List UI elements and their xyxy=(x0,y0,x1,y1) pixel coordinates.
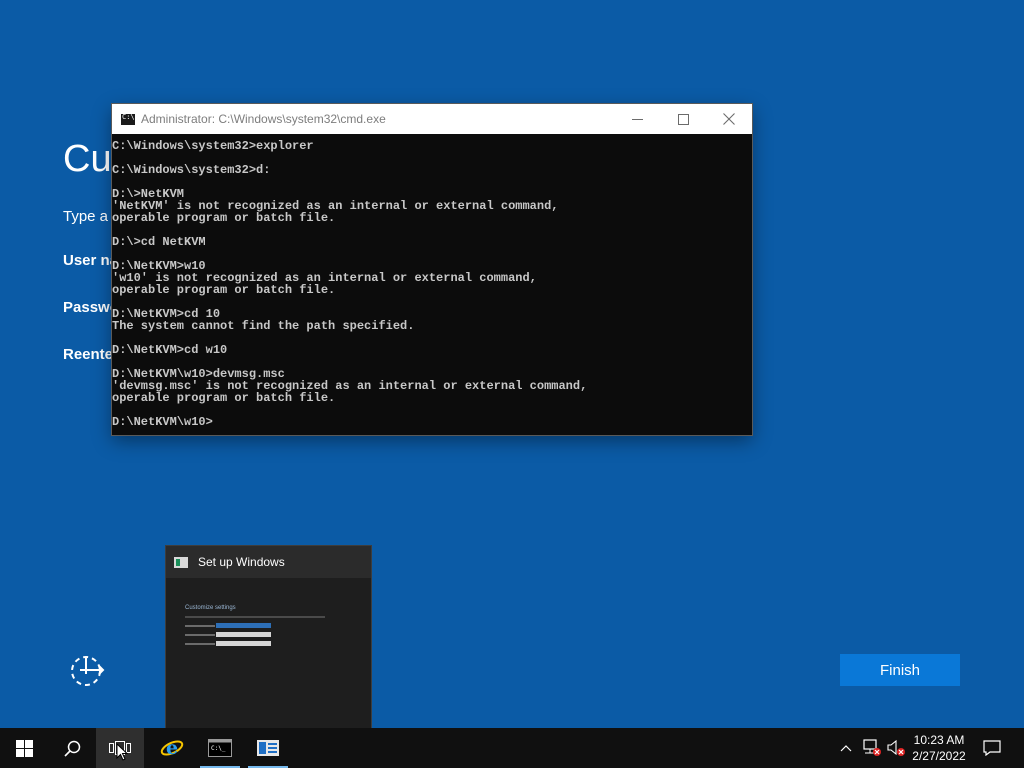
maximize-icon xyxy=(677,113,689,125)
user-name-label: User na xyxy=(63,252,119,269)
console-line: D:\NetKVM\w10> xyxy=(112,415,213,429)
chevron-up-icon xyxy=(840,745,852,752)
console-line: C:\Windows\system32>explorer xyxy=(112,139,314,153)
internet-explorer-button[interactable]: e xyxy=(148,728,196,768)
network-disconnected-icon xyxy=(863,739,881,756)
clock-time: 10:23 AM xyxy=(913,733,965,747)
setup-windows-taskbar-button[interactable] xyxy=(246,728,290,768)
command-prompt-taskbar-button[interactable]: C:\_ xyxy=(198,728,242,768)
search-button[interactable] xyxy=(48,728,96,768)
network-status-button[interactable] xyxy=(860,728,884,768)
finish-button[interactable]: Finish xyxy=(840,654,960,686)
preview-input xyxy=(216,632,271,637)
setup-windows-icon xyxy=(174,556,188,568)
console-line: The system cannot find the path specifie… xyxy=(112,319,415,333)
cmd-window[interactable]: Administrator: C:\Windows\system32\cmd.e… xyxy=(112,104,752,435)
svg-text:e: e xyxy=(166,737,178,759)
console-line: D:\>cd NetKVM xyxy=(112,235,206,249)
preview-row-label xyxy=(185,643,215,645)
setup-windows-thumbnail[interactable]: Set up Windows Customize settings xyxy=(166,546,371,737)
show-hidden-icons-button[interactable] xyxy=(836,728,856,768)
ease-of-access-icon[interactable] xyxy=(70,654,106,688)
volume-muted-icon xyxy=(887,739,905,756)
setup-page-subtitle: Type a xyxy=(63,208,109,225)
start-button[interactable] xyxy=(0,728,48,768)
mouse-cursor-icon xyxy=(116,743,128,761)
minimize-button[interactable] xyxy=(614,104,660,134)
console-line: D:\NetKVM>cd w10 xyxy=(112,343,228,357)
internet-explorer-icon: e xyxy=(160,737,184,759)
preview-row-label xyxy=(185,625,215,627)
console-line: C:\Windows\system32>d: xyxy=(112,163,271,177)
cmd-window-title: Administrator: C:\Windows\system32\cmd.e… xyxy=(141,112,386,126)
console-line: operable program or batch file. xyxy=(112,211,336,225)
setup-windows-icon xyxy=(257,740,279,756)
cmd-console-output[interactable]: C:\Windows\system32>explorer C:\Windows\s… xyxy=(112,134,752,428)
cmd-app-icon xyxy=(121,113,135,125)
preview-subtitle-line xyxy=(185,616,325,618)
console-line: operable program or batch file. xyxy=(112,391,336,405)
maximize-button[interactable] xyxy=(660,104,706,134)
command-prompt-icon: C:\_ xyxy=(208,739,232,757)
preview-input xyxy=(216,623,271,628)
preview-input xyxy=(216,641,271,646)
reenter-password-label: Reente xyxy=(63,346,114,363)
action-center-button[interactable] xyxy=(978,728,1006,768)
system-clock[interactable]: 10:23 AM 2/27/2022 xyxy=(904,732,974,764)
taskbar: e C:\_ 10:23 AM 2/27/2022 xyxy=(0,728,1024,768)
preview-row-label xyxy=(185,634,215,636)
cmd-titlebar[interactable]: Administrator: C:\Windows\system32\cmd.e… xyxy=(112,104,752,134)
clock-date: 2/27/2022 xyxy=(912,749,966,763)
close-button[interactable] xyxy=(706,104,752,134)
minimize-icon xyxy=(631,118,643,120)
thumbnail-title: Set up Windows xyxy=(198,555,285,569)
password-label: Passwo xyxy=(63,299,119,316)
console-line: operable program or batch file. xyxy=(112,283,336,297)
svg-text:C:\_: C:\_ xyxy=(211,745,226,752)
preview-heading: Customize settings xyxy=(185,605,236,611)
search-icon xyxy=(63,740,80,757)
thumbnail-preview: Customize settings xyxy=(166,578,371,737)
close-icon xyxy=(723,113,735,125)
action-center-icon xyxy=(983,740,1001,756)
windows-start-icon xyxy=(15,739,33,757)
